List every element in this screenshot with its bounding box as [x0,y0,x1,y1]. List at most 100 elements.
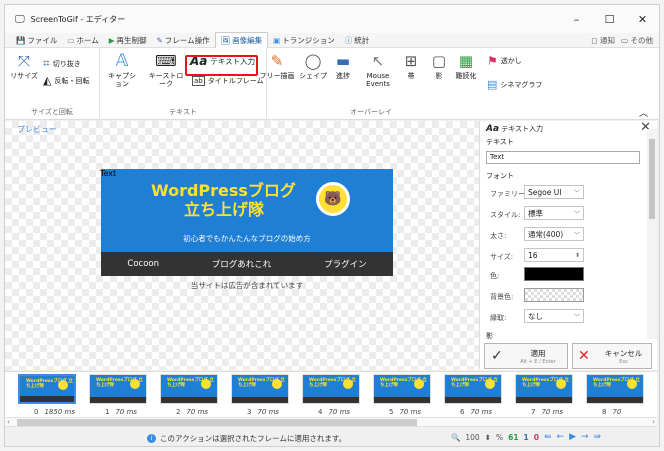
play-button[interactable]: ▶ [569,432,576,442]
text-field[interactable]: Text [486,151,640,164]
preview-canvas[interactable]: プレビュー WordPressブログ 立ち上げ隊 🐻 初心者でもかんたんなブログ… [5,121,479,370]
text-overlay[interactable]: Text [100,169,116,178]
frame-index: 5 [389,408,394,416]
tab-transitions[interactable]: ▣ トランジション [268,33,340,48]
resize-button[interactable]: ⤧ リサイズ [9,52,39,80]
frame-thumbnail[interactable]: WordPressブログ 立ち上げ隊 [586,374,644,404]
banner-nav-item: ブログあれこれ [211,260,272,270]
preview-label: プレビュー [17,125,57,134]
panel-scrollbar[interactable] [647,129,657,339]
zoom-value[interactable]: 100 [465,433,479,442]
frame-count: 61 [508,432,519,442]
next-frame-button[interactable]: → [581,432,589,442]
frame-thumbnail[interactable]: WordPressブログ 立ち上げ隊 [160,374,218,404]
tab-playback[interactable]: ▶ 再生制御 [104,33,152,48]
obfuscate-button[interactable]: ▦ 難読化 [453,52,479,80]
shadow-button[interactable]: ▢ 影 [427,52,451,80]
frame-thumbnail[interactable]: WordPressブログ 立ち上げ隊 [515,374,573,404]
frame-index: 8 [602,408,607,416]
frame-image: WordPressブログ 立ち上げ隊 🐻 初心者でもかんたんなブログの始め方 C… [100,169,393,276]
frame-thumbnail[interactable]: WordPressブログ 立ち上げ隊 [373,374,431,404]
band-label: 帯 [407,72,415,80]
band-button[interactable]: ⊞ 帯 [399,52,423,80]
watermark-button[interactable]: ⚑ 透かし [487,54,522,68]
thumb-nav [516,397,572,403]
selected-count: 1 [523,432,529,442]
frame-duration[interactable]: 70 ms [470,408,492,416]
font-family-select[interactable]: Segoe UI ﹀ [524,185,584,199]
info-icon: i [147,434,156,443]
chevron-down-icon: ﹀ [573,210,580,218]
frame-duration[interactable]: 70 [612,408,621,416]
text-color-swatch[interactable] [524,267,584,281]
frame-thumbnail[interactable]: WordPressブログ 立ち上げ隊 [231,374,289,404]
tab-frames[interactable]: ✎ フレーム操作 [152,33,215,48]
frame-duration[interactable]: 70 ms [257,408,279,416]
spin-icon[interactable]: ⬍ [485,433,491,442]
bear-mascot-icon [627,379,637,389]
flip-rotate-button[interactable]: ◭ 反転・回転 [43,74,89,87]
play-icon: ▶ [108,35,115,45]
tab-statistics[interactable]: ⓘ 統計 [340,33,375,48]
chevron-up-icon: ︿ [639,109,649,119]
cinemagraph-button[interactable]: ▤ シネマグラフ [487,78,542,91]
weight-label: 太さ: [490,232,507,240]
prev-frame-button[interactable]: ← [557,432,565,442]
progress-button[interactable]: ▬ 進捗 [331,52,355,80]
frame-thumbnail[interactable]: WordPressブログ 立ち上げ隊 [18,374,76,404]
other-button[interactable]: ▭ その他 [621,35,653,46]
notifications-button[interactable]: ◻ 通知 [591,35,615,46]
maximize-button[interactable]: ☐ [593,5,626,33]
scroll-thumb[interactable] [649,139,655,219]
bg-color-swatch[interactable] [524,288,584,302]
font-weight-select[interactable]: 通常(400) ﹀ [524,227,584,241]
frame-duration[interactable]: 70 ms [328,408,350,416]
frame-duration[interactable]: 70 ms [186,408,208,416]
frame-duration[interactable]: 70 ms [399,408,421,416]
thumb-nav [374,397,430,403]
panel-title: Aa テキスト入力 [486,124,543,134]
cancel-button[interactable]: ✕ キャンセル Esc [572,343,652,369]
frame-index: 7 [531,408,536,416]
tab-image-edit[interactable]: 🖼 画像編集 [214,32,269,48]
crop-button[interactable]: ⌗ 切り抜き [43,56,81,71]
bear-mascot-icon [556,379,566,389]
bear-mascot-icon [485,379,495,389]
keystrokes-button[interactable]: ⌨ キーストローク [146,52,186,88]
frame-strip[interactable]: WordPressブログ 立ち上げ隊 0 1850 ms WordPressブログ 立… [5,371,657,417]
free-draw-button[interactable]: ✎ フリー描画 [259,52,295,80]
scroll-right-icon[interactable]: › [652,418,655,426]
frame-strip-scrollbar[interactable]: ‹ › [5,417,657,427]
scroll-left-icon[interactable]: ‹ [7,418,10,426]
mouse-events-button[interactable]: ↖ Mouse Events [361,52,395,88]
group-size-rotate: ⤧ リサイズ ⌗ 切り抜き ◭ 反転・回転 サイズと回転 [5,48,100,120]
frame-duration[interactable]: 70 ms [115,408,137,416]
tab-file[interactable]: 💾 ファイル [11,33,62,48]
mouse-events-label: Mouse Events [366,72,390,89]
frame-thumbnail[interactable]: WordPressブログ 立ち上げ隊 [444,374,502,404]
frame-duration[interactable]: 1850 ms [44,408,75,416]
close-button[interactable]: ✕ [626,5,659,33]
font-style-select[interactable]: 標準 ﹀ [524,206,584,220]
collapse-ribbon-button[interactable]: ︿ [639,106,648,119]
frame-duration[interactable]: 70 ms [541,408,563,416]
bg-color-label: 背景色: [490,293,514,301]
text-section-label: テキスト [486,138,514,146]
last-frame-button[interactable]: ⇛ [594,432,602,442]
cinemagraph-icon: ▤ [487,78,498,91]
caption-button[interactable]: 𝔸 キャプション [106,51,138,89]
scroll-thumb[interactable] [17,419,417,426]
spin-icon[interactable]: ⬍ [575,252,580,259]
caption-label: キャプション [108,72,136,89]
first-frame-button[interactable]: ⇚ [544,432,552,442]
minimize-button[interactable]: – [560,5,593,33]
apply-button[interactable]: ✓ 適用 Alt + E / Enter [484,343,568,369]
frame-thumbnail[interactable]: WordPressブログ 立ち上げ隊 [302,374,360,404]
title-frame-button[interactable]: ab タイトルフレーム [192,76,264,86]
shape-button[interactable]: ◯ シェイプ [299,52,327,80]
frame-thumbnail[interactable]: WordPressブログ 立ち上げ隊 [89,374,147,404]
obfuscate-label: 難読化 [455,72,477,80]
tab-home[interactable]: ▭ ホーム [62,33,103,48]
outline-select[interactable]: なし ﹀ [524,309,584,323]
font-size-stepper[interactable]: 16 ⬍ [524,248,584,262]
